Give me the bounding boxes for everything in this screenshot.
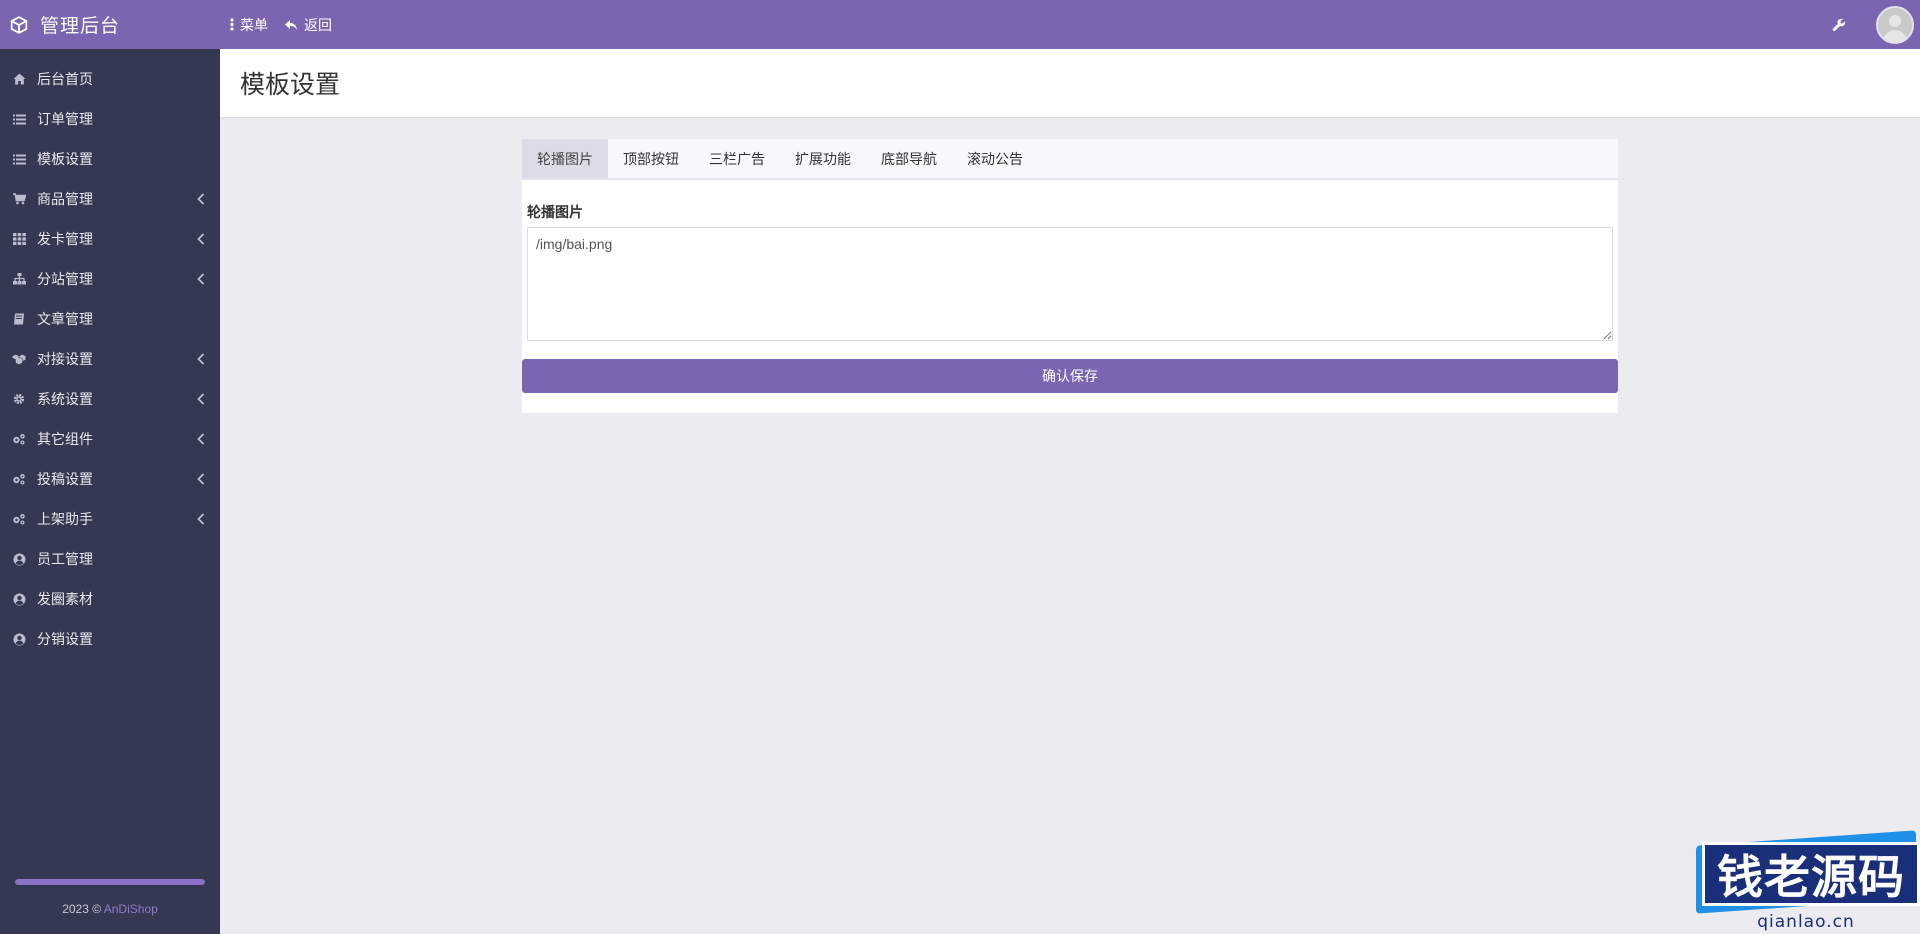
sidebar-item-label: 分站管理	[37, 271, 93, 287]
sidebar-item-label: 文章管理	[37, 311, 93, 327]
sidebar-item-label: 上架助手	[37, 511, 93, 527]
user-circle-icon	[12, 592, 26, 606]
sidebar-item[interactable]: 分站管理	[0, 259, 220, 299]
chevron-left-icon	[197, 433, 205, 445]
chevron-left-icon	[197, 233, 205, 245]
book-icon	[12, 312, 26, 326]
sidebar-item-label: 其它组件	[37, 431, 93, 447]
gears-icon	[12, 472, 26, 486]
main-content: 模板设置 轮播图片顶部按钮三栏广告扩展功能底部导航滚动公告 轮播图片 确认保存	[220, 49, 1920, 934]
sidebar-item[interactable]: 发卡管理	[0, 219, 220, 259]
chevron-left-icon	[197, 193, 205, 205]
carousel-image-textarea[interactable]	[527, 227, 1613, 341]
list-icon	[12, 152, 26, 166]
chevron-left-icon	[197, 393, 205, 405]
sidebar-item-label: 发圈素材	[37, 591, 93, 607]
sidebar-item-label: 分销设置	[37, 631, 93, 647]
sidebar: 后台首页订单管理模板设置商品管理发卡管理分站管理文章管理对接设置系统设置其它组件…	[0, 49, 220, 934]
copyright-text: 2023 ©	[62, 902, 104, 916]
list-icon	[12, 112, 26, 126]
copyright-link[interactable]: AnDiShop	[104, 902, 158, 916]
sidebar-item-label: 对接设置	[37, 351, 93, 367]
sidebar-item[interactable]: 发圈素材	[0, 579, 220, 619]
tab[interactable]: 轮播图片	[522, 139, 608, 178]
sidebar-progress-bar	[15, 879, 205, 885]
sidebar-item[interactable]: 其它组件	[0, 419, 220, 459]
sidebar-item-label: 后台首页	[37, 71, 93, 87]
user-avatar-icon[interactable]	[1876, 5, 1914, 44]
sidebar-item[interactable]: 分销设置	[0, 619, 220, 659]
sidebar-item[interactable]: 商品管理	[0, 179, 220, 219]
wrench-icon[interactable]	[1832, 18, 1846, 32]
gears-icon	[12, 432, 26, 446]
sidebar-item[interactable]: 上架助手	[0, 499, 220, 539]
cubes-icon	[12, 352, 26, 366]
sidebar-item[interactable]: 文章管理	[0, 299, 220, 339]
chevron-left-icon	[197, 273, 205, 285]
sidebar-footer: 2023 © AnDiShop	[0, 864, 220, 934]
gears-icon	[12, 512, 26, 526]
page-title: 模板设置	[240, 71, 341, 99]
brand[interactable]: 管理后台	[0, 0, 220, 49]
sidebar-item[interactable]: 模板设置	[0, 139, 220, 179]
grid-icon	[12, 232, 26, 246]
sidebar-menu: 后台首页订单管理模板设置商品管理发卡管理分站管理文章管理对接设置系统设置其它组件…	[0, 49, 220, 659]
sidebar-item[interactable]: 对接设置	[0, 339, 220, 379]
watermark-logo: 钱老源码 qianlao.cn	[1692, 824, 1920, 934]
sidebar-item-label: 发卡管理	[37, 231, 93, 247]
copyright: 2023 © AnDiShop	[0, 902, 220, 916]
save-button[interactable]: 确认保存	[522, 359, 1618, 393]
top-bar: 管理后台 菜单 返回	[0, 0, 1920, 49]
sidebar-item-label: 系统设置	[37, 391, 93, 407]
watermark-text: 钱老源码	[1717, 850, 1905, 904]
back-label: 返回	[304, 16, 332, 33]
tab[interactable]: 顶部按钮	[608, 139, 694, 178]
tab[interactable]: 三栏广告	[694, 139, 780, 178]
home-icon	[12, 72, 26, 86]
tab[interactable]: 底部导航	[866, 139, 952, 178]
chevron-left-icon	[197, 513, 205, 525]
top-right-tools	[1832, 0, 1920, 49]
sidebar-item-label: 模板设置	[37, 151, 93, 167]
tab[interactable]: 扩展功能	[780, 139, 866, 178]
watermark-url: qianlao.cn	[1757, 912, 1855, 932]
user-circle-icon	[12, 552, 26, 566]
menu-toggle-button[interactable]: 菜单	[230, 15, 268, 35]
cube-logo-icon	[10, 15, 28, 34]
tab[interactable]: 滚动公告	[952, 139, 1038, 178]
sidebar-item-label: 员工管理	[37, 551, 93, 567]
sidebar-item[interactable]: 员工管理	[0, 539, 220, 579]
gear-icon	[12, 392, 26, 406]
sidebar-item[interactable]: 系统设置	[0, 379, 220, 419]
sidebar-item[interactable]: 投稿设置	[0, 459, 220, 499]
sidebar-item[interactable]: 订单管理	[0, 99, 220, 139]
brand-title: 管理后台	[40, 16, 121, 37]
menu-toggle-label: 菜单	[240, 16, 268, 33]
page-header: 模板设置	[220, 49, 1920, 118]
sidebar-item[interactable]: 后台首页	[0, 59, 220, 99]
carousel-image-label: 轮播图片	[527, 204, 583, 220]
top-nav: 菜单 返回	[230, 15, 348, 35]
sidebar-item-label: 投稿设置	[37, 471, 93, 487]
watermark-box: 钱老源码	[1702, 842, 1920, 906]
chevron-left-icon	[197, 473, 205, 485]
chevron-left-icon	[197, 353, 205, 365]
back-button[interactable]: 返回	[284, 15, 332, 35]
settings-panel: 轮播图片顶部按钮三栏广告扩展功能底部导航滚动公告 轮播图片 确认保存	[522, 139, 1618, 413]
sitemap-icon	[12, 272, 26, 286]
tab-bar: 轮播图片 顶部按钮 三栏广告 扩展功能 底部导航 滚动公告	[522, 139, 1618, 180]
sidebar-progress-fill	[15, 879, 205, 885]
more-vertical-icon	[230, 18, 234, 31]
sidebar-item-label: 商品管理	[37, 191, 93, 207]
cart-icon	[12, 192, 26, 206]
reply-icon	[285, 19, 297, 30]
user-circle-icon	[12, 632, 26, 646]
sidebar-item-label: 订单管理	[37, 111, 93, 127]
